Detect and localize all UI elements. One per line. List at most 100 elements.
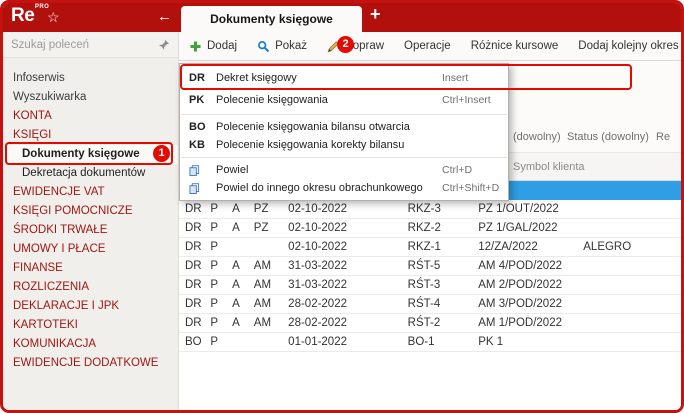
sidebar-item-kartoteki[interactable]: KARTOTEKI <box>3 316 178 335</box>
table-cell: PZ 1/OUT/2022 <box>478 203 583 215</box>
table-cell: DR <box>185 279 210 291</box>
table-cell: P <box>210 298 232 310</box>
table-cell: RŚT-3 <box>408 279 479 291</box>
menu-item-powiel[interactable]: PowielCtrl+D <box>180 161 508 179</box>
table-row[interactable]: DRPAAM28-02-2022RŚT-2AM 1/POD/2022 <box>179 314 681 333</box>
sidebar-item-finanse[interactable]: FINANSE <box>3 259 178 278</box>
table-row[interactable]: DRPAAM31-03-2022RŚT-3AM 2/POD/2022 <box>179 276 681 295</box>
favorites-star-icon[interactable]: ☆ <box>47 8 60 26</box>
edit-button[interactable]: Popraw <box>317 32 394 60</box>
table-cell: PZ 1/GAL/2022 <box>478 222 583 234</box>
new-tab-button[interactable]: + <box>370 4 381 25</box>
command-search-input[interactable]: Szukaj poleceń <box>3 32 178 58</box>
menu-item-label: Polecenie księgowania bilansu otwarcia <box>216 121 410 133</box>
app-logo-text: Re <box>11 5 34 26</box>
table-cell: AM <box>254 279 288 291</box>
table-row[interactable]: DRPAPZ02-10-2022RKZ-2PZ 1/GAL/2022 <box>179 219 681 238</box>
table-row[interactable]: DRPAAM28-02-2022RŚT-4AM 3/POD/2022 <box>179 295 681 314</box>
table-cell: PK 1 <box>478 336 583 348</box>
sidebar-item-konta[interactable]: KONTA <box>3 107 178 126</box>
sidebar-item-ewidencje-vat[interactable]: EWIDENCJE VAT <box>3 183 178 202</box>
menu-separator <box>181 114 507 115</box>
table-cell: AM <box>254 298 288 310</box>
menu-item-label: Powiel <box>216 164 248 176</box>
table-cell: P <box>210 222 232 234</box>
table-row[interactable]: DRP02-10-2022RKZ-112/ZA/2022ALEGRO <box>179 238 681 257</box>
add-accounting-period-label: Dodaj kolejny okres obrachunkowy <box>578 40 684 52</box>
table-cell: A <box>232 317 254 329</box>
sidebar-item-ksiegi[interactable]: KSIĘGI <box>3 126 178 145</box>
column-header-symbol-klienta[interactable]: Symbol klienta <box>513 161 585 173</box>
table-cell: A <box>232 203 254 215</box>
filter-dowolny[interactable]: (dowolny) <box>513 131 561 143</box>
menu-item-shortcut: Insert <box>442 72 468 84</box>
sidebar-item-dokumenty-ksiegowe[interactable]: Dokumenty księgowe <box>3 145 178 164</box>
sidebar-nav: InfoserwisWyszukiwarkaKONTAKSIĘGIDokumen… <box>3 58 178 373</box>
annotation-badge-2: 2 <box>337 36 354 53</box>
table-row[interactable]: BOP 01-01-2022 BO-1PK 1 <box>179 333 681 352</box>
sidebar-item-srodki-trwale[interactable]: ŚRODKI TRWAŁE <box>3 221 178 240</box>
table-cell: DR <box>185 222 210 234</box>
menu-item-polecenie-ksiegowania-bilansu-otwarcia[interactable]: BOPolecenie księgowania bilansu otwarcia <box>180 118 508 136</box>
sidebar-item-wyszukiwarka[interactable]: Wyszukiwarka <box>3 88 178 107</box>
pin-icon[interactable] <box>158 39 170 51</box>
show-button[interactable]: Pokaż <box>247 32 317 60</box>
table-cell: 28-02-2022 <box>288 298 368 310</box>
table-cell: PZ <box>254 203 288 215</box>
table-cell: AM 3/POD/2022 <box>478 298 583 310</box>
table-cell: ALEGRO <box>583 241 681 253</box>
table-cell: PZ <box>254 222 288 234</box>
table-cell: RKZ-1 <box>408 241 479 253</box>
exchange-differences-label: Różnice kursowe <box>471 40 559 52</box>
table-cell: P <box>210 203 232 215</box>
table-cell: A <box>232 298 254 310</box>
menu-item-polecenie-ksiegowania-korekty-bilansu[interactable]: KBPolecenie księgowania korekty bilansu <box>180 136 508 154</box>
table-cell: P <box>210 260 232 272</box>
table-cell: P <box>210 336 232 348</box>
table-cell: 28-02-2022 <box>288 317 368 329</box>
operations-button[interactable]: Operacje <box>394 32 461 60</box>
filter-status[interactable]: Status (dowolny) <box>567 131 649 143</box>
table-cell: P <box>210 241 232 253</box>
sidebar-item-umowy-i-place[interactable]: UMOWY I PŁACE <box>3 240 178 259</box>
table-cell: AM 1/POD/2022 <box>478 317 583 329</box>
sidebar-item-rozliczenia[interactable]: ROZLICZENIA <box>3 278 178 297</box>
table-cell: BO <box>185 336 210 348</box>
show-button-label: Pokaż <box>275 40 307 52</box>
add-button[interactable]: Dodaj <box>179 32 247 60</box>
table-row[interactable]: DRPAAM31-03-2022RŚT-5AM 4/POD/2022 <box>179 257 681 276</box>
sidebar-item-deklaracje-i-jpk[interactable]: DEKLARACJE I JPK <box>3 297 178 316</box>
table-cell: 01-01-2022 <box>288 336 368 348</box>
exchange-differences-button[interactable]: Różnice kursowe <box>461 32 569 60</box>
sidebar-item-dekretacja-dokumentow[interactable]: Dekretacja dokumentów <box>3 164 178 183</box>
table-cell: A <box>232 279 254 291</box>
sidebar-item-komunikacja[interactable]: KOMUNIKACJA <box>3 335 178 354</box>
sidebar: Szukaj poleceń InfoserwisWyszukiwarkaKON… <box>3 32 179 410</box>
sidebar-item-ksiegi-pomocnicze[interactable]: KSIĘGI POMOCNICZE <box>3 202 178 221</box>
table-cell: DR <box>185 317 210 329</box>
menu-item-powiel-do-innego-okresu-obrachunkowego[interactable]: Powiel do innego okresu obrachunkowegoCt… <box>180 179 508 197</box>
menu-item-label: Polecenie księgowania korekty bilansu <box>216 139 404 151</box>
plus-icon <box>189 40 202 53</box>
annotation-badge-1: 1 <box>153 145 170 162</box>
menu-item-dekret-ksiegowy[interactable]: DRDekret księgowyInsert <box>180 67 508 89</box>
title-bar: RePRO ☆ ← Dokumenty księgowe + <box>3 3 681 32</box>
table-cell: 02-10-2022 <box>288 241 368 253</box>
table-cell: DR <box>185 241 210 253</box>
menu-item-polecenie-ksiegowania[interactable]: PKPolecenie księgowaniaCtrl+Insert <box>180 89 508 111</box>
table-cell: RŚT-5 <box>408 260 479 272</box>
table-cell: A <box>232 260 254 272</box>
sidebar-item-ewidencje-dodatkowe[interactable]: EWIDENCJE DODATKOWE <box>3 354 178 373</box>
filter-rejestr[interactable]: Re <box>656 131 670 143</box>
table-cell: BO-1 <box>408 336 479 348</box>
tab-dokumenty-ksiegowe[interactable]: Dokumenty księgowe <box>181 6 362 32</box>
sidebar-item-infoserwis[interactable]: Infoserwis <box>3 69 178 88</box>
table-cell: P <box>210 317 232 329</box>
table-cell: 02-10-2022 <box>288 203 368 215</box>
magnifier-icon <box>257 40 270 53</box>
table-cell: A <box>232 222 254 234</box>
table-row[interactable]: DRPAPZ02-10-2022RKZ-3PZ 1/OUT/2022 <box>179 200 681 219</box>
add-accounting-period-button[interactable]: Dodaj kolejny okres obrachunkowy <box>568 32 684 60</box>
menu-separator <box>181 157 507 158</box>
back-arrow-button[interactable]: ← <box>157 7 172 27</box>
